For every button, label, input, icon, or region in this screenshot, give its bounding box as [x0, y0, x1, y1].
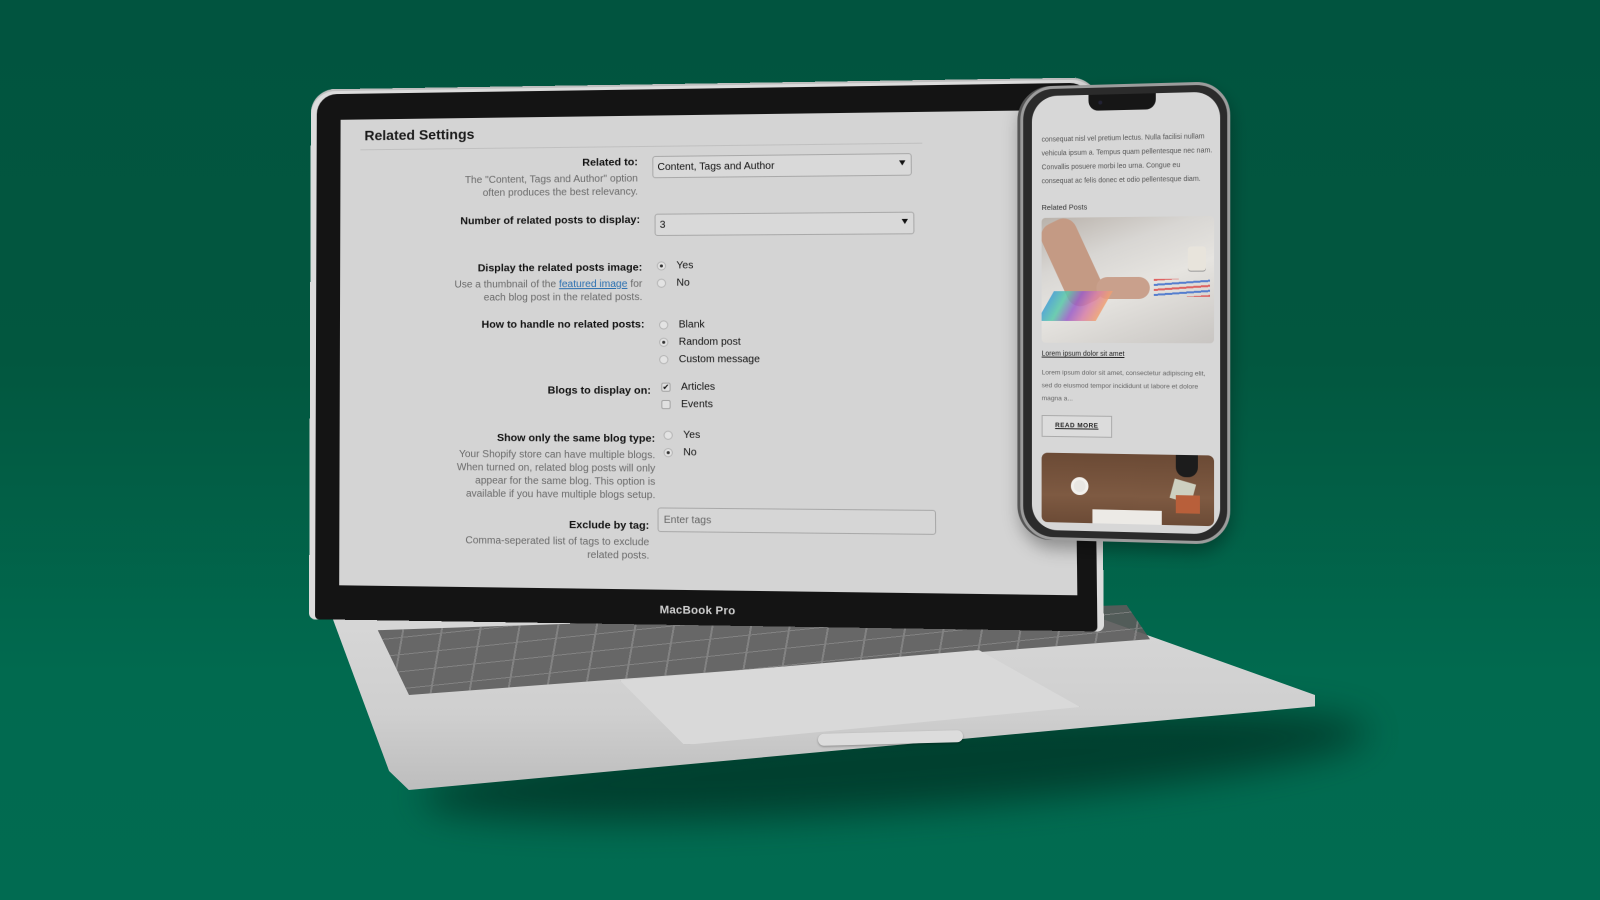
blogs-row: Blogs to display on: ✔ Articles Events [340, 382, 1075, 411]
same-type-row: Show only the same blog type: Your Shopi… [340, 430, 1076, 502]
exclude-tag-help: Comma-seperated list of tags to exclude … [465, 535, 650, 562]
exclude-tag-row: Exclude by tag: Comma-seperated list of … [339, 507, 1076, 562]
option-label: Events [681, 398, 713, 411]
chevron-down-icon [899, 160, 906, 166]
related-post-excerpt: Lorem ipsum dolor sit amet, consectetur … [1041, 369, 1206, 403]
related-to-value: Content, Tags and Author [657, 160, 775, 174]
option-label: Random post [678, 336, 741, 348]
related-to-row: Related to: The "Content, Tags and Autho… [340, 151, 1072, 199]
num-posts-label: Number of related posts to display: [460, 213, 641, 228]
num-posts-value: 3 [659, 219, 666, 231]
same-type-label: Show only the same blog type: [496, 431, 656, 445]
exclude-tag-label: Exclude by tag: [569, 518, 650, 532]
camera-icon [1098, 100, 1103, 105]
radio-button[interactable] [663, 448, 673, 458]
no-related-custom[interactable]: Custom message [659, 351, 760, 368]
phone: consequat nisl vel pretium lectus. Nulla… [1020, 81, 1231, 545]
radio-button[interactable] [658, 320, 669, 330]
radio-button[interactable] [656, 261, 667, 271]
option-label: Yes [676, 260, 694, 272]
option-label: No [676, 277, 690, 289]
image-detail [1175, 495, 1200, 514]
exclude-tag-input[interactable]: Enter tags [657, 507, 937, 535]
image-detail [1175, 454, 1198, 478]
same-type-no[interactable]: No [663, 444, 701, 462]
laptop-bezel: Related Settings Related to: The "Conten… [315, 82, 1098, 632]
no-related-blank[interactable]: Blank [658, 316, 760, 334]
phone-content: consequat nisl vel pretium lectus. Nulla… [1041, 130, 1215, 527]
image-detail [1041, 291, 1113, 321]
chevron-down-icon [901, 218, 909, 225]
related-to-help: The "Content, Tags and Author" option of… [464, 173, 638, 200]
help-text: Use a thumbnail of the [454, 279, 559, 291]
same-type-help: Your Shopify store can have multiple blo… [456, 448, 656, 502]
title-divider [360, 142, 923, 151]
option-label: Articles [680, 381, 716, 393]
same-type-yes[interactable]: Yes [663, 427, 700, 445]
phone-notch [1088, 93, 1156, 111]
image-detail [1187, 246, 1206, 271]
page-title: Related Settings [364, 125, 475, 144]
laptop-lid: Related Settings Related to: The "Conten… [309, 77, 1104, 632]
display-image-help: Use a thumbnail of the featured image fo… [438, 278, 642, 305]
image-detail [1153, 278, 1211, 297]
blog-events[interactable]: Events [661, 396, 715, 414]
blogs-label: Blogs to display on: [547, 384, 651, 397]
related-post-image[interactable] [1041, 215, 1215, 344]
radio-button[interactable] [656, 278, 667, 288]
option-label: Custom message [678, 354, 760, 366]
phone-screen: consequat nisl vel pretium lectus. Nulla… [1031, 91, 1221, 535]
display-image-label: Display the related posts image: [477, 261, 643, 275]
image-detail [1070, 476, 1089, 496]
post-body-text: consequat nisl vel pretium lectus. Nulla… [1041, 133, 1213, 186]
display-image-no[interactable]: No [656, 274, 694, 291]
related-to-select[interactable]: Content, Tags and Author [652, 153, 912, 179]
checkbox-checked[interactable]: ✔ [661, 382, 671, 392]
related-to-label: Related to: [582, 156, 638, 169]
option-label: Blank [678, 319, 705, 331]
num-posts-row: Number of related posts to display: 3 [340, 210, 1073, 237]
laptop-screen: Related Settings Related to: The "Conten… [339, 109, 1078, 596]
related-settings-form: Related Settings Related to: The "Conten… [339, 110, 1077, 595]
num-posts-select[interactable]: 3 [654, 211, 915, 237]
related-post-image-2[interactable] [1041, 452, 1215, 527]
scene: Related Settings Related to: The "Conten… [0, 0, 1600, 900]
radio-button[interactable] [663, 430, 673, 440]
featured-image-link[interactable]: featured image [559, 279, 627, 290]
related-posts-heading: Related Posts [1041, 202, 1088, 212]
checkbox[interactable] [661, 399, 671, 410]
read-more-button[interactable]: READ MORE [1041, 415, 1113, 438]
brand-label: MacBook Pro [659, 604, 736, 618]
display-image-yes[interactable]: Yes [656, 257, 694, 274]
display-image-row: Display the related posts image: Use a t… [340, 259, 1073, 303]
no-related-label: How to handle no related posts: [481, 318, 645, 331]
radio-button[interactable] [659, 337, 669, 347]
image-detail [1092, 509, 1162, 525]
blog-articles[interactable]: ✔ Articles [661, 379, 715, 396]
radio-button[interactable] [659, 355, 669, 365]
no-related-row: How to handle no related posts: Blank Ra… [340, 318, 1074, 365]
option-label: No [683, 447, 697, 459]
related-post-title-link[interactable]: Lorem ipsum dolor sit amet [1042, 351, 1125, 358]
no-related-random[interactable]: Random post [659, 334, 760, 351]
option-label: Yes [683, 429, 701, 442]
